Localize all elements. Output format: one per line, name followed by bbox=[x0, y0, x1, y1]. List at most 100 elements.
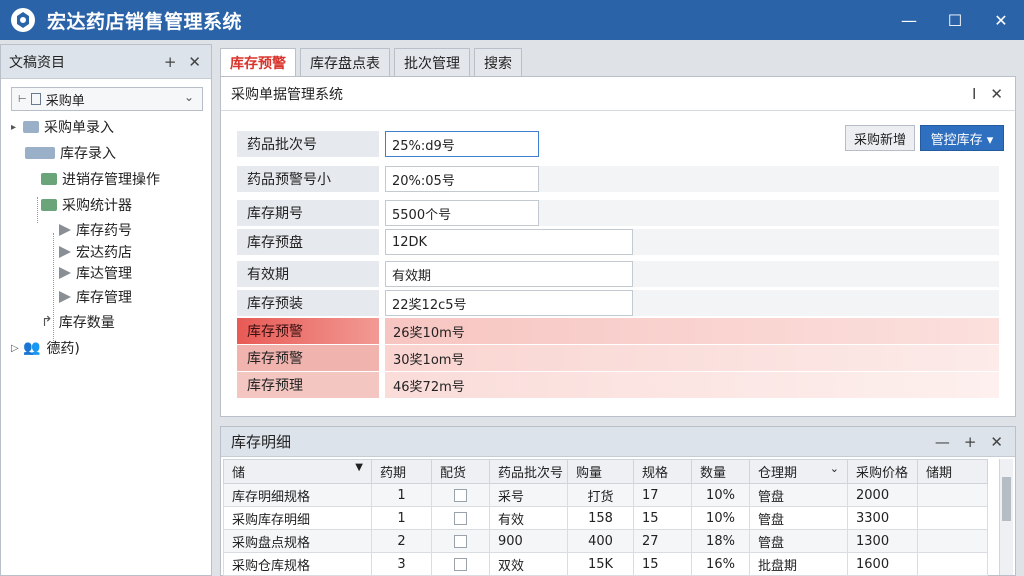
field-label: 库存期号 bbox=[237, 200, 379, 226]
table-cell: 采购库存明细 bbox=[223, 506, 372, 530]
app-logo-icon bbox=[11, 8, 35, 32]
tab-inventory-sheet[interactable]: 库存盘点表 bbox=[300, 48, 390, 76]
table-cell: 采购盘点规格 bbox=[223, 529, 372, 553]
field-label: 药品预警号小 bbox=[237, 166, 379, 192]
table-cell: 打货 bbox=[567, 483, 634, 507]
column-header[interactable]: 规格 bbox=[633, 459, 692, 484]
tree-item-misc[interactable]: ▷ 👥 德药) bbox=[11, 337, 80, 359]
chevron-down-icon[interactable]: ⌄ bbox=[830, 462, 839, 475]
table-header-row: 储 ▼ 药期 配货 药品批次号 购量 规格 数量 仓理期 ⌄ 采购价格 储期 bbox=[223, 459, 988, 484]
table-cell: 10% bbox=[691, 506, 750, 530]
table-row[interactable]: 采购库存明细 1 有效 158 15 10% 管盘 3300 bbox=[223, 506, 988, 530]
warning-number-input[interactable]: 20%:05号 bbox=[385, 166, 539, 192]
pin-icon[interactable]: I bbox=[972, 85, 976, 103]
tree-item-label: 库存录入 bbox=[60, 146, 116, 162]
tree-item-stock-mgmt[interactable]: 库存管理 bbox=[59, 286, 132, 308]
column-header[interactable]: 仓理期 ⌄ bbox=[749, 459, 848, 484]
close-button[interactable]: ✕ bbox=[978, 0, 1024, 40]
expiry-input[interactable]: 有效期 bbox=[385, 261, 633, 287]
form-panel-header: 采购单据管理系统 I ✕ bbox=[221, 77, 1015, 111]
add-icon[interactable]: + bbox=[164, 53, 177, 71]
form-panel: 采购单据管理系统 I ✕ 采购新增 管控库存 ▾ 药品批次号 25%:d9号 药… bbox=[220, 76, 1016, 417]
form-row-warning-critical: 库存预警 26奖10m号 bbox=[237, 318, 999, 344]
form-panel-title: 采购单据管理系统 bbox=[231, 86, 343, 103]
detail-panel-header: 库存明细 — + ✕ bbox=[221, 427, 1015, 457]
form-row-warning-medium: 库存预理 46奖72m号 bbox=[237, 372, 999, 398]
column-header[interactable]: 储 ▼ bbox=[223, 459, 372, 484]
row-background bbox=[385, 372, 999, 398]
batch-number-input[interactable]: 25%:d9号 bbox=[385, 131, 539, 157]
table-cell: 900 bbox=[489, 529, 568, 553]
tree-item-label: 库存药号 bbox=[76, 223, 132, 239]
tree-item-purchase-entry[interactable]: ▸ 采购单录入 bbox=[11, 116, 114, 138]
field-label: 库存预盘 bbox=[237, 229, 379, 255]
scrollbar-thumb[interactable] bbox=[1002, 477, 1011, 521]
table-row[interactable]: 采购盘点规格 2 900 400 27 18% 管盘 1300 bbox=[223, 529, 988, 553]
table-cell: 3300 bbox=[847, 506, 918, 530]
table-cell: 3 bbox=[371, 552, 432, 576]
tree-item-stock-quantity[interactable]: ↱ 库存数量 bbox=[41, 311, 115, 333]
table-cell: 批盘期 bbox=[749, 552, 848, 576]
table-cell bbox=[917, 552, 988, 576]
tab-stock-warning[interactable]: 库存预警 bbox=[220, 48, 296, 76]
row-checkbox[interactable] bbox=[454, 534, 467, 548]
tab-search[interactable]: 搜索 bbox=[474, 48, 522, 76]
row-checkbox[interactable] bbox=[454, 511, 467, 525]
column-header[interactable]: 储期 bbox=[917, 459, 988, 484]
row-background bbox=[385, 318, 999, 344]
expand-caret-icon[interactable]: ▷ bbox=[11, 343, 23, 354]
form-row-warning-number: 药品预警号小 20%:05号 bbox=[237, 166, 999, 192]
checkbox-cell bbox=[431, 529, 490, 553]
stock-pack-input[interactable]: 22奖12c5号 bbox=[385, 290, 633, 316]
column-header[interactable]: 配货 bbox=[431, 459, 490, 484]
row-checkbox[interactable] bbox=[454, 557, 467, 571]
column-header[interactable]: 药期 bbox=[371, 459, 432, 484]
add-icon[interactable]: + bbox=[964, 433, 977, 451]
close-panel-icon[interactable]: ✕ bbox=[188, 53, 201, 71]
column-header[interactable]: 药品批次号 bbox=[489, 459, 568, 484]
tree-item-stock-code[interactable]: 库存药号 bbox=[59, 219, 132, 241]
folder-icon bbox=[25, 147, 55, 159]
sort-down-icon[interactable]: ▼ bbox=[355, 462, 363, 473]
tree-item-kuda-mgmt[interactable]: 库达管理 bbox=[59, 262, 132, 284]
doc-icon bbox=[59, 291, 71, 303]
table-cell: 1600 bbox=[847, 552, 918, 576]
stock-period-input[interactable]: 5500个号 bbox=[385, 200, 539, 226]
table-cell: 采号 bbox=[489, 483, 568, 507]
warning-value: 46奖72m号 bbox=[393, 379, 465, 395]
doc-icon bbox=[59, 224, 71, 236]
tree-item-hongda[interactable]: 宏达药店 bbox=[59, 241, 132, 263]
stock-detail-table: 储 ▼ 药期 配货 药品批次号 购量 规格 数量 仓理期 ⌄ 采购价格 储期 库存明… bbox=[223, 459, 988, 576]
people-icon: 👥 bbox=[23, 340, 41, 356]
tab-bar: 库存预警 库存盘点表 批次管理 搜索 bbox=[220, 48, 522, 76]
tab-batch-management[interactable]: 批次管理 bbox=[394, 48, 470, 76]
column-header[interactable]: 数量 bbox=[691, 459, 750, 484]
category-dropdown[interactable]: ⊢ 采购单 ⌄ bbox=[11, 87, 203, 111]
folder-icon bbox=[23, 121, 39, 133]
left-panel-title: 文稿资目 bbox=[9, 54, 65, 71]
expand-caret-icon[interactable]: ▸ bbox=[11, 122, 23, 133]
sheet-icon bbox=[41, 199, 57, 211]
column-header[interactable]: 采购价格 bbox=[847, 459, 918, 484]
table-cell: 双效 bbox=[489, 552, 568, 576]
maximize-button[interactable]: ☐ bbox=[932, 0, 978, 40]
tree-item-stock-entry[interactable]: 库存录入 bbox=[25, 142, 116, 164]
field-label: 有效期 bbox=[237, 261, 379, 287]
tree-item-purchase-stats[interactable]: 采购统计器 bbox=[41, 194, 132, 216]
column-header[interactable]: 购量 bbox=[567, 459, 634, 484]
vertical-scrollbar[interactable] bbox=[999, 459, 1013, 575]
row-checkbox[interactable] bbox=[454, 488, 467, 502]
tree-item-inventory-ops[interactable]: 进销存管理操作 bbox=[41, 168, 160, 190]
arrow-icon: ↱ bbox=[41, 314, 53, 330]
table-cell: 1300 bbox=[847, 529, 918, 553]
minimize-panel-icon[interactable]: — bbox=[935, 433, 950, 451]
tree-item-label: 进销存管理操作 bbox=[62, 172, 160, 188]
table-row[interactable]: 采购仓库规格 3 双效 15K 15 16% 批盘期 1600 bbox=[223, 552, 988, 576]
close-form-icon[interactable]: ✕ bbox=[990, 85, 1003, 103]
field-label: 库存预警 bbox=[237, 318, 379, 344]
stock-check-input[interactable]: 12DK bbox=[385, 229, 633, 255]
table-row[interactable]: 库存明细规格 1 采号 打货 17 10% 管盘 2000 bbox=[223, 483, 988, 507]
minimize-button[interactable]: — bbox=[886, 0, 932, 40]
form-row-stock-period: 库存期号 5500个号 bbox=[237, 200, 999, 226]
close-panel-icon[interactable]: ✕ bbox=[990, 433, 1003, 451]
